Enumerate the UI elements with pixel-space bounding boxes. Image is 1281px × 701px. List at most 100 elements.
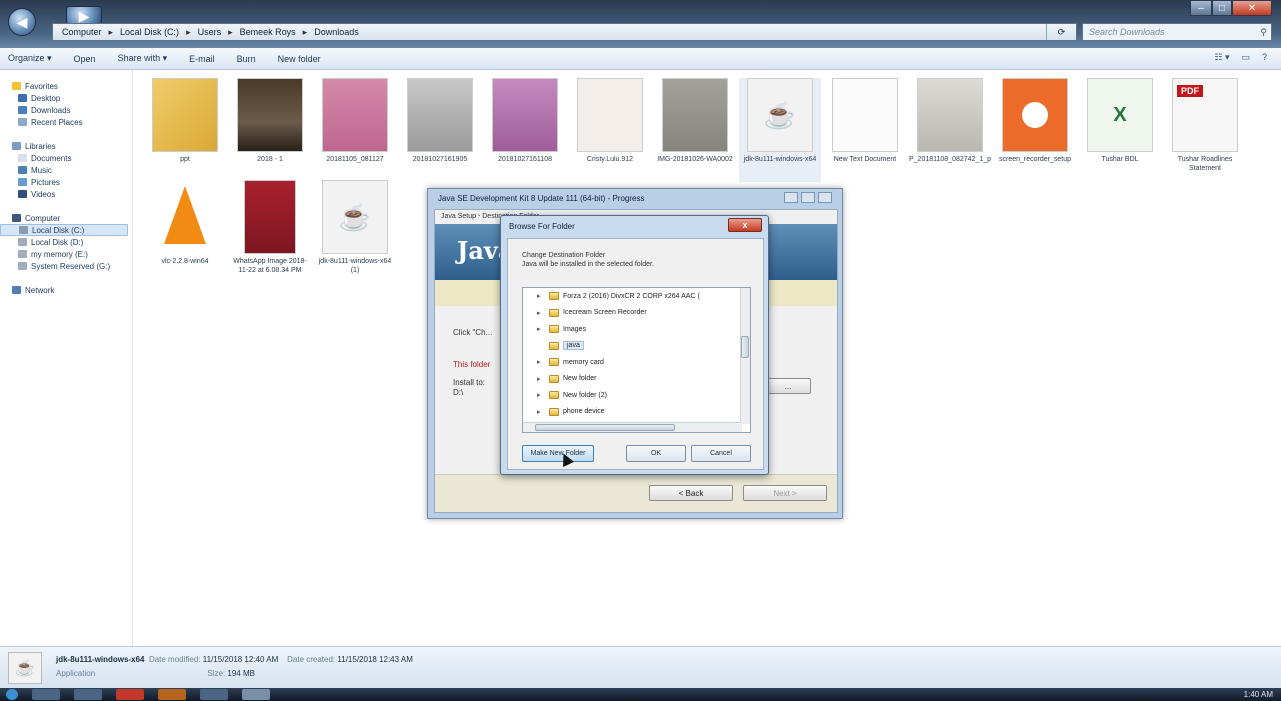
organize-button[interactable]: Organize ▾ <box>8 53 52 64</box>
file-item[interactable]: 20181105_081127 <box>314 78 396 164</box>
sidebar-item-computer[interactable]: Computer <box>0 212 132 224</box>
dialog-title: Browse For Folder <box>509 222 575 231</box>
tree-item[interactable]: ▸ New folder (2) <box>523 387 750 404</box>
help-icon[interactable]: ? <box>1262 52 1267 63</box>
breadcrumb-local-disk[interactable]: Local Disk (C:) <box>117 27 182 37</box>
tree-item[interactable]: ▸ phone device <box>523 404 750 421</box>
new-folder-button[interactable]: New folder <box>278 54 321 64</box>
taskbar-app[interactable] <box>200 689 228 700</box>
expand-icon[interactable]: ▸ <box>537 358 545 366</box>
file-item[interactable]: screen_recorder_setup <box>994 78 1076 164</box>
refresh-icon[interactable]: ⟳ <box>1046 24 1076 40</box>
details-type: Application <box>56 669 96 678</box>
tree-item[interactable]: ▸ Images <box>523 321 750 338</box>
cancel-button[interactable]: Cancel <box>691 445 751 462</box>
file-item[interactable]: X Tushar BDL <box>1079 78 1161 164</box>
file-item[interactable]: 20181027161108 <box>484 78 566 164</box>
clock[interactable]: 1:40 AM <box>1244 688 1273 701</box>
tree-item[interactable]: ▸ Icecream Screen Recorder <box>523 305 750 322</box>
horizontal-scroll-thumb[interactable] <box>535 424 675 431</box>
file-item[interactable]: PDF Tushar Roadlines Statement <box>1164 78 1246 173</box>
sidebar-item-downloads[interactable]: Downloads <box>0 104 132 116</box>
expand-icon[interactable]: ▸ <box>537 408 545 416</box>
sidebar-item-music[interactable]: Music <box>0 164 132 176</box>
sidebar-item-desktop[interactable]: Desktop <box>0 92 132 104</box>
file-item[interactable]: 20181027161905 <box>399 78 481 164</box>
file-item[interactable]: New Text Document <box>824 78 906 164</box>
breadcrumb-downloads[interactable]: Downloads <box>311 27 362 37</box>
sidebar-item-local-disk-c[interactable]: Local Disk (C:) <box>0 224 128 236</box>
back-button[interactable]: < Back <box>649 485 733 501</box>
file-item[interactable]: Cristy.Lulu.912 <box>569 78 651 164</box>
address-bar[interactable]: Computer ▸ Local Disk (C:) ▸ Users ▸ Bemeek… <box>52 23 1077 41</box>
breadcrumb-users[interactable]: Users <box>195 27 225 37</box>
start-button[interactable] <box>6 689 18 700</box>
command-bar: Organize ▾ Open Share with ▾ E-mail Burn… <box>0 48 1281 70</box>
installer-close-button[interactable] <box>818 192 832 203</box>
back-arrow-icon[interactable]: ◀ <box>8 8 36 36</box>
sidebar-item-videos[interactable]: Videos <box>0 188 132 200</box>
burn-button[interactable]: Burn <box>237 54 256 64</box>
expand-icon[interactable]: ▸ <box>537 375 545 383</box>
file-item[interactable]: ☕ jdk-8u111-windows-x64 (1) <box>314 180 396 275</box>
taskbar-app[interactable] <box>74 689 102 700</box>
open-button[interactable]: Open <box>74 54 96 64</box>
email-button[interactable]: E-mail <box>189 54 215 64</box>
file-item[interactable]: ppt <box>144 78 226 164</box>
maximize-button[interactable]: □ <box>1212 0 1232 16</box>
minimize-button[interactable]: – <box>1190 0 1212 16</box>
sidebar-item-libraries[interactable]: Libraries <box>0 140 132 152</box>
sidebar-item-network[interactable]: Network <box>0 284 132 296</box>
taskbar-app[interactable] <box>242 689 270 700</box>
sidebar-item-my-memory-e[interactable]: my memory (E:) <box>0 248 132 260</box>
taskbar-explorer[interactable] <box>32 689 60 700</box>
installer-minimize-button[interactable] <box>784 192 798 203</box>
tree-item[interactable]: ▸ Forza 2 (2016) DivxCR 2 CORP x264 AAC ( <box>523 288 750 305</box>
sidebar-item-favorites[interactable]: Favorites <box>0 80 132 92</box>
file-item-selected[interactable]: ☕ jdk-8u111-windows-x64 <box>739 78 821 182</box>
vertical-scroll-thumb[interactable] <box>741 336 749 358</box>
share-with-button[interactable]: Share with ▾ <box>118 53 168 64</box>
taskbar-app[interactable] <box>116 689 144 700</box>
folder-tree[interactable]: ▸ Forza 2 (2016) DivxCR 2 CORP x264 AAC (… <box>522 287 751 433</box>
sidebar-item-pictures[interactable]: Pictures <box>0 176 132 188</box>
view-options-icon[interactable]: ☷ ▾ <box>1214 52 1229 63</box>
sidebar-item-documents[interactable]: Documents <box>0 152 132 164</box>
dialog-close-button[interactable]: x <box>728 218 762 232</box>
tree-item[interactable]: ▸ New folder <box>523 371 750 388</box>
make-new-folder-button[interactable]: Make New Folder <box>522 445 594 462</box>
java-installer-icon: ☕ <box>8 652 42 684</box>
downloads-icon <box>18 106 27 114</box>
expand-icon[interactable]: ▸ <box>537 325 545 333</box>
expand-icon[interactable]: ▸ <box>537 391 545 399</box>
tree-item[interactable]: ▸ memory card <box>523 354 750 371</box>
expand-icon[interactable]: ▸ <box>537 309 545 317</box>
excel-icon: X <box>1087 78 1153 152</box>
sidebar-item-recent-places[interactable]: Recent Places <box>0 116 132 128</box>
sidebar-item-system-reserved-g[interactable]: System Reserved (G:) <box>0 260 132 272</box>
file-thumbnail <box>322 78 388 152</box>
file-item[interactable]: vlc-2.2.8-win64 <box>144 180 226 266</box>
sidebar-item-local-disk-d[interactable]: Local Disk (D:) <box>0 236 132 248</box>
search-input[interactable]: Search Downloads ⚲ <box>1082 23 1272 41</box>
installer-maximize-button[interactable] <box>801 192 815 203</box>
breadcrumb-user[interactable]: Bemeek Roys <box>237 27 299 37</box>
change-button[interactable]: ... <box>765 378 811 394</box>
file-item[interactable]: WhatsApp Image 2018-11-22 at 6.08.34 PM <box>229 180 311 275</box>
preview-pane-icon[interactable]: ▭ <box>1241 52 1250 63</box>
videos-icon <box>18 190 27 198</box>
expand-icon[interactable]: ▸ <box>537 292 545 300</box>
breadcrumb-computer[interactable]: Computer <box>59 27 105 37</box>
ok-button[interactable]: OK <box>626 445 686 462</box>
file-item[interactable]: IMG-20181026-WA0002 <box>654 78 736 164</box>
file-item[interactable]: 2018 - 1 <box>229 78 311 164</box>
taskbar-app[interactable] <box>158 689 186 700</box>
tree-item-selected[interactable]: java <box>523 338 750 355</box>
horizontal-scrollbar[interactable] <box>523 422 742 432</box>
search-icon[interactable]: ⚲ <box>1260 27 1267 38</box>
vlc-icon <box>152 180 218 254</box>
details-file-name: jdk-8u111-windows-x64 <box>56 655 145 664</box>
file-item[interactable]: P_20181108_082742_1_p <box>909 78 991 164</box>
close-button[interactable]: ✕ <box>1232 0 1272 16</box>
next-button[interactable]: Next > <box>743 485 827 501</box>
